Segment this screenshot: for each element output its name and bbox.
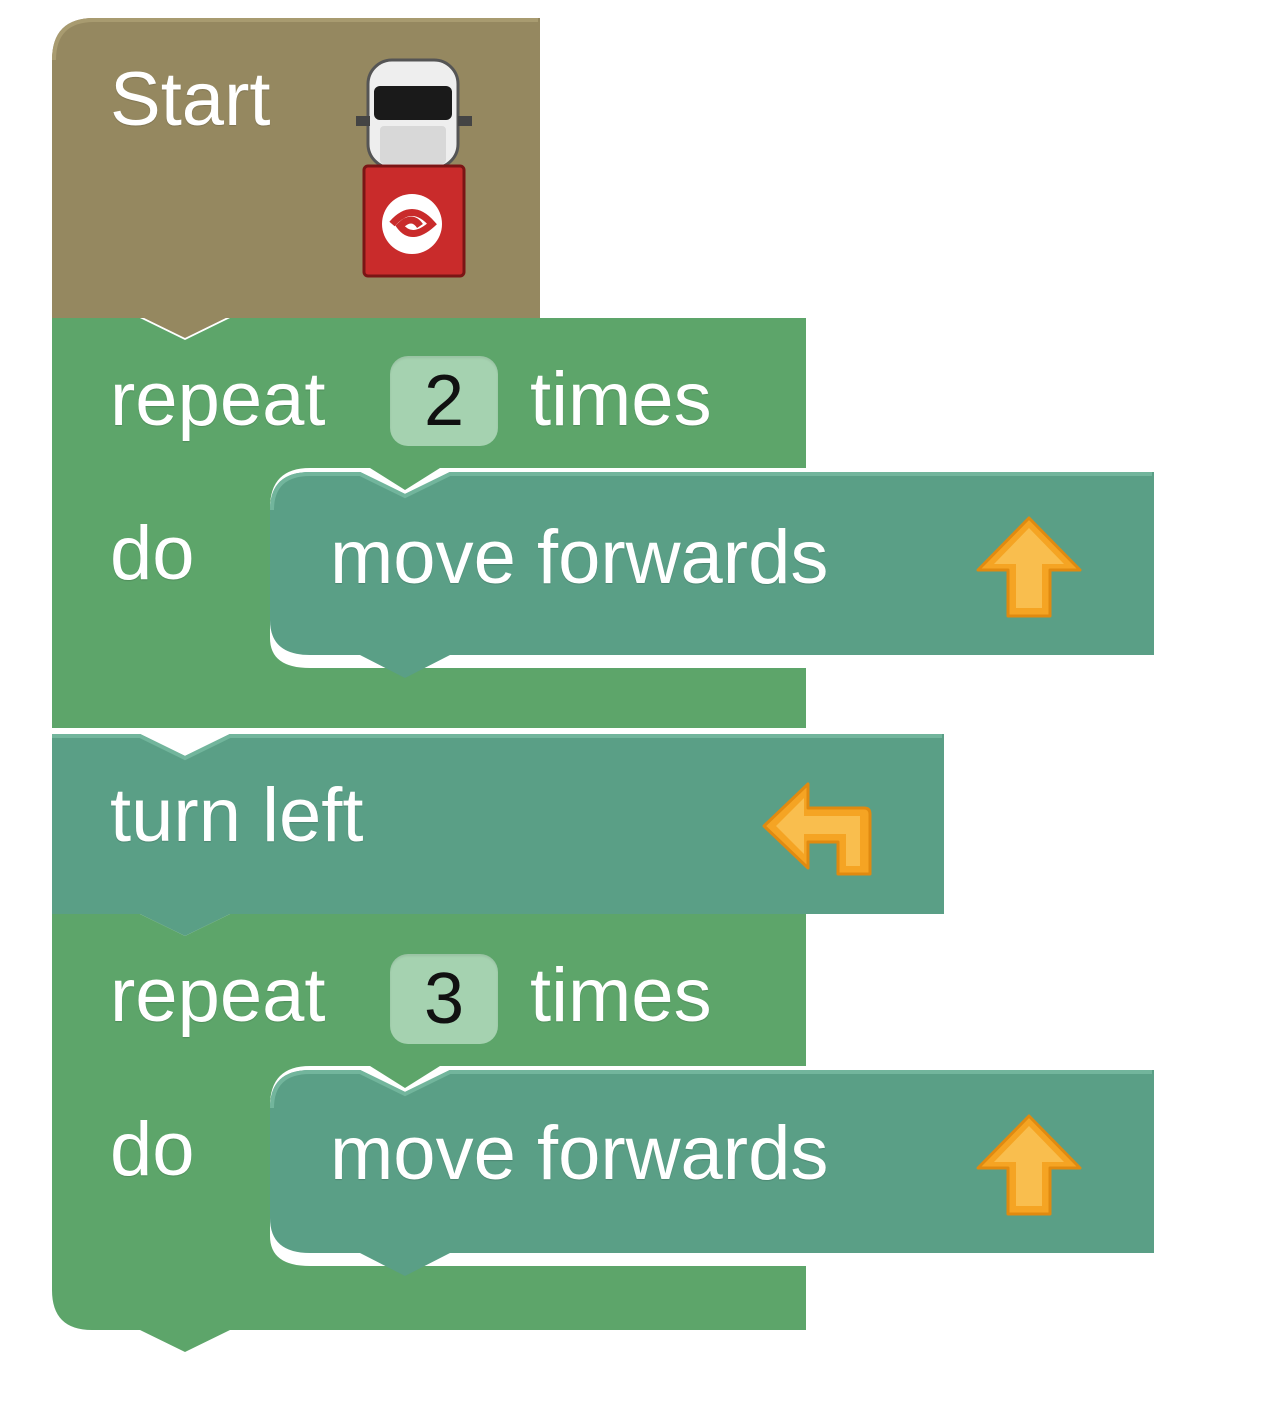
repeat-label-2: repeat (110, 953, 326, 1038)
arrow-up-icon (976, 516, 1082, 618)
turn-left-label: turn left (110, 773, 364, 858)
start-label: Start (110, 57, 271, 142)
times-label-1: times (530, 357, 712, 442)
arrow-up-icon (976, 1114, 1082, 1216)
turn-left-arrow-icon (762, 782, 872, 876)
move-forwards-label-1: move forwards (330, 515, 829, 600)
move-forwards-label-2: move forwards (330, 1111, 829, 1196)
do-label-2: do (110, 1107, 195, 1192)
do-label-1: do (110, 511, 195, 596)
repeat-count-field-1[interactable]: 2 (390, 356, 498, 446)
times-label-2: times (530, 953, 712, 1038)
repeat-label-1: repeat (110, 357, 326, 442)
repeat-count-field-2[interactable]: 3 (390, 954, 498, 1044)
car-icon (356, 58, 472, 278)
block-workspace: Start repeat 2 times do move forwards tu… (0, 0, 1264, 1410)
